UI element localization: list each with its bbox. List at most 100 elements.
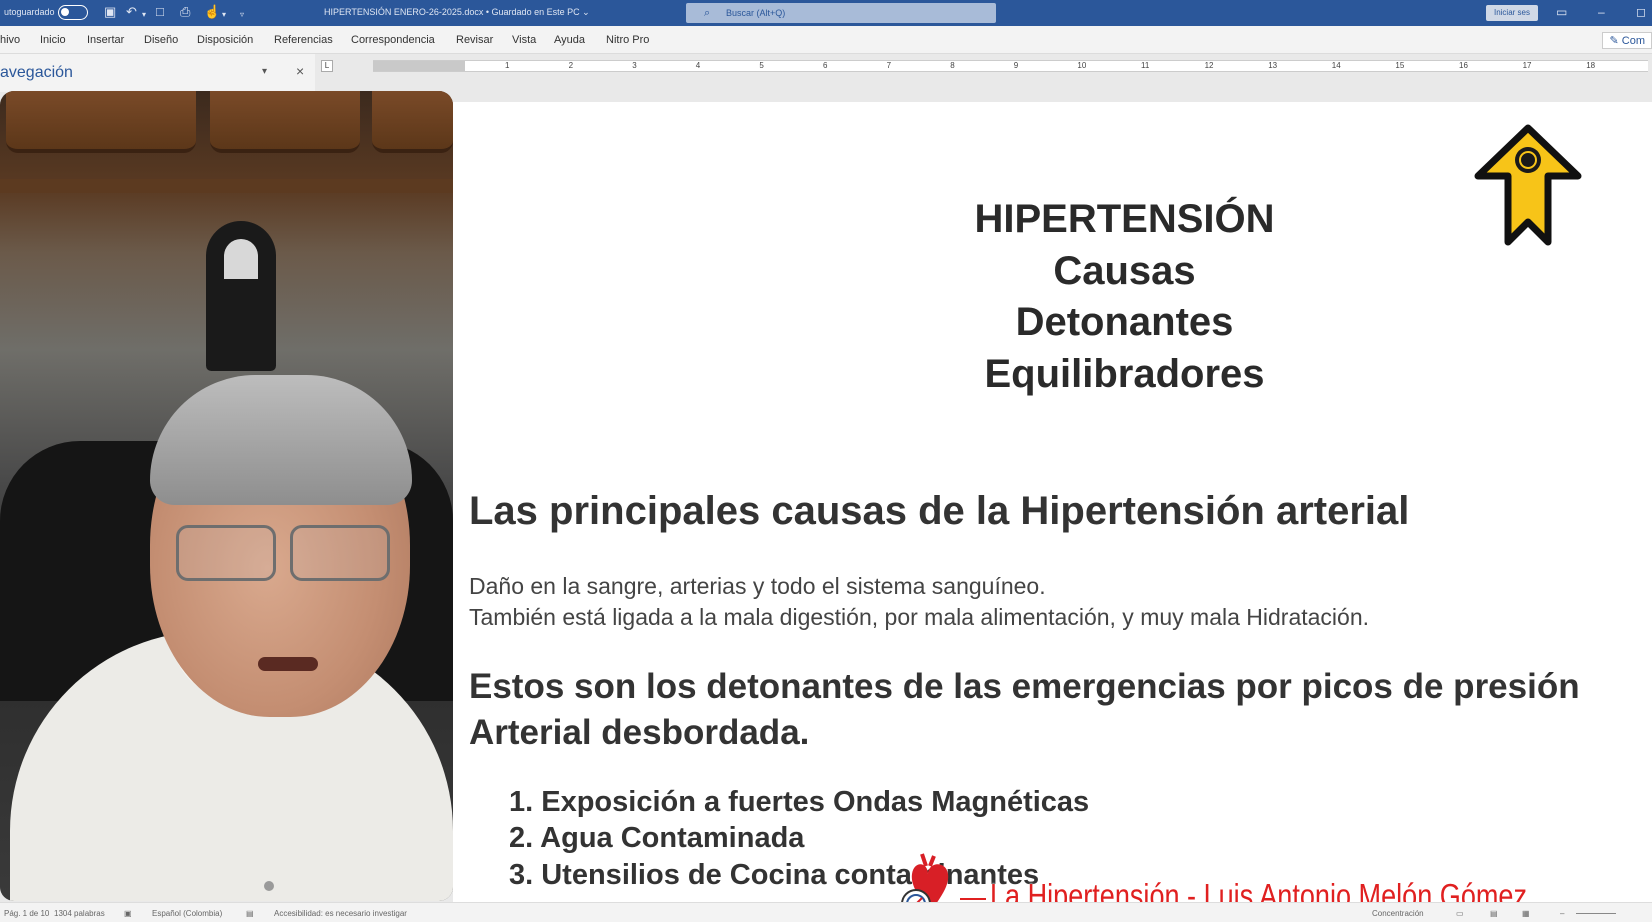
list-item: 2. Agua Contaminada <box>509 822 805 854</box>
tab-home[interactable]: Inicio <box>40 34 66 46</box>
tab-file[interactable]: hivo <box>0 34 20 46</box>
doc-title-line-1: HIPERTENSIÓN <box>974 197 1275 241</box>
horizontal-ruler[interactable]: 1 2 3 4 5 6 7 8 9 10 11 12 13 14 15 16 17 18 <box>373 60 1648 72</box>
navigation-pane-header: avegación ▾ × <box>0 54 315 92</box>
cabinet-middle <box>210 91 360 153</box>
search-icon: ⌕ <box>704 7 711 19</box>
ruler-number: 5 <box>759 61 764 70</box>
status-bar: Pág. 1 de 10 1304 palabras ▣ Español (Co… <box>0 902 1652 922</box>
ruler-number: 10 <box>1077 61 1087 70</box>
ruler-number: 16 <box>1459 61 1468 70</box>
ruler-number: 18 <box>1586 61 1596 70</box>
ruler-number: 1 <box>505 61 510 70</box>
zoom-slider[interactable] <box>1576 913 1616 914</box>
tab-nitro-pro[interactable]: Nitro Pro <box>606 34 649 46</box>
presenter-glasses <box>176 525 396 585</box>
lamp <box>206 221 276 371</box>
navigation-pane-title: avegación <box>0 64 73 81</box>
doc-title-line-3: Detonantes <box>1015 300 1234 344</box>
search-box[interactable]: ⌕ Buscar (Alt+Q) <box>686 3 996 23</box>
word-window: utoguardado ▣ ↶ ▾ □ ⎙ ☝ ▾ ▿ HIPERTENSIÓN… <box>0 0 1652 922</box>
cabinet-right <box>372 91 453 153</box>
heading-causes: Las principales causas de la Hipertensió… <box>469 489 1410 533</box>
doc-title-line-2: Causas <box>1053 249 1196 293</box>
ribbon-tabs: hivo Inicio Insertar Diseño Disposición … <box>0 26 1652 54</box>
chevron-down-icon[interactable]: ▾ <box>262 66 267 77</box>
body-line-2: También está ligada a la mala digestión,… <box>469 604 1370 630</box>
customize-quick-access-icon[interactable]: ▿ <box>240 8 244 22</box>
comments-button[interactable]: ✎ Com <box>1602 32 1652 49</box>
watermark-line <box>960 898 986 900</box>
tab-view[interactable]: Vista <box>512 34 536 46</box>
list-item: 3. Utensilios de Cocina contaminantes <box>509 859 1040 891</box>
ruler-number: 12 <box>1204 61 1214 70</box>
ruler-left-margin <box>373 61 465 71</box>
print-icon[interactable]: ⎙ <box>180 5 190 19</box>
ruler-number: 2 <box>568 61 574 70</box>
status-page[interactable]: Pág. 1 de 10 <box>4 909 49 918</box>
touch-dropdown-icon[interactable]: ▾ <box>222 8 226 22</box>
save-icon[interactable]: ▣ <box>104 5 116 19</box>
ruler-number: 7 <box>886 61 892 70</box>
read-mode-icon[interactable]: ▭ <box>1456 909 1464 918</box>
print-layout-icon[interactable]: ▤ <box>1490 909 1498 918</box>
shelf <box>0 179 453 193</box>
document-page[interactable]: HIPERTENSIÓN Causas Detonantes Equilibra… <box>453 102 1652 902</box>
ruler-number: 4 <box>695 61 701 70</box>
ruler-number: 17 <box>1522 61 1532 70</box>
tab-insert[interactable]: Insertar <box>87 34 124 46</box>
title-bar: utoguardado ▣ ↶ ▾ □ ⎙ ☝ ▾ ▿ HIPERTENSIÓN… <box>0 0 1652 26</box>
tab-design[interactable]: Diseño <box>144 34 178 46</box>
status-focus[interactable]: Concentración <box>1372 909 1424 918</box>
glasses-lens-right <box>290 525 390 581</box>
ruler-number: 9 <box>1013 61 1019 70</box>
ruler-number: 13 <box>1268 61 1278 70</box>
zoom-out-icon[interactable]: – <box>1560 909 1564 918</box>
document-title[interactable]: HIPERTENSIÓN ENERO-26-2025.docx • Guarda… <box>324 7 590 18</box>
ruler-number: 11 <box>1141 61 1150 70</box>
doc-title-line-4: Equilibradores <box>984 352 1265 396</box>
cabinet-left <box>6 91 196 153</box>
touch-mode-icon[interactable]: ☝ <box>204 5 220 19</box>
redo-icon[interactable]: □ <box>156 5 164 19</box>
shirt-button <box>264 881 274 891</box>
undo-dropdown-icon[interactable]: ▾ <box>142 8 146 22</box>
comment-icon: ✎ <box>1609 35 1622 47</box>
proofing-icon[interactable]: ▣ <box>124 909 132 918</box>
presenter-video <box>0 91 453 901</box>
autosave-label: utoguardado <box>4 7 55 17</box>
web-layout-icon[interactable]: ▦ <box>1522 909 1530 918</box>
yellow-up-arrow-logo-icon <box>1474 124 1582 246</box>
status-accessibility[interactable]: Accesibilidad: es necesario investigar <box>274 909 407 918</box>
ribbon-display-icon[interactable]: ▭ <box>1556 5 1567 19</box>
ruler-number: 15 <box>1395 61 1405 70</box>
restore-icon[interactable]: ◻ <box>1636 5 1646 19</box>
heading-triggers: Estos son los detonantes de las emergenc… <box>469 667 1580 752</box>
glasses-lens-left <box>176 525 276 581</box>
tab-layout[interactable]: Disposición <box>197 34 253 46</box>
search-placeholder: Buscar (Alt+Q) <box>726 8 786 18</box>
ruler-number: 6 <box>823 61 828 70</box>
macro-icon[interactable]: ▤ <box>246 909 254 918</box>
tab-selector[interactable]: L <box>321 60 333 72</box>
status-words[interactable]: 1304 palabras <box>54 909 105 918</box>
list-item: 1. Exposición a fuertes Ondas Magnéticas <box>509 786 1090 818</box>
tab-mailings[interactable]: Correspondencia <box>351 34 435 46</box>
undo-icon[interactable]: ↶ <box>126 5 137 19</box>
close-icon[interactable]: × <box>296 63 304 79</box>
tab-help[interactable]: Ayuda <box>554 34 585 46</box>
tab-references[interactable]: Referencias <box>274 34 333 46</box>
ruler-number: 3 <box>632 61 637 70</box>
presenter-mouth <box>258 657 318 671</box>
comments-label: Com <box>1621 35 1645 47</box>
minimize-icon[interactable]: – <box>1598 5 1605 19</box>
ruler-area: L 1 2 3 4 5 6 7 8 9 10 11 12 13 14 15 16 17 18 <box>315 54 1652 102</box>
autosave-toggle[interactable] <box>58 5 88 20</box>
ruler-number: 8 <box>950 61 955 70</box>
presenter-hair <box>150 375 412 505</box>
status-language[interactable]: Español (Colombia) <box>152 909 222 918</box>
sign-in-button[interactable]: Iniciar ses <box>1486 5 1538 21</box>
tab-review[interactable]: Revisar <box>456 34 493 46</box>
ruler-number: 14 <box>1331 61 1341 70</box>
body-line-1: Daño en la sangre, arterias y todo el si… <box>469 573 1046 599</box>
